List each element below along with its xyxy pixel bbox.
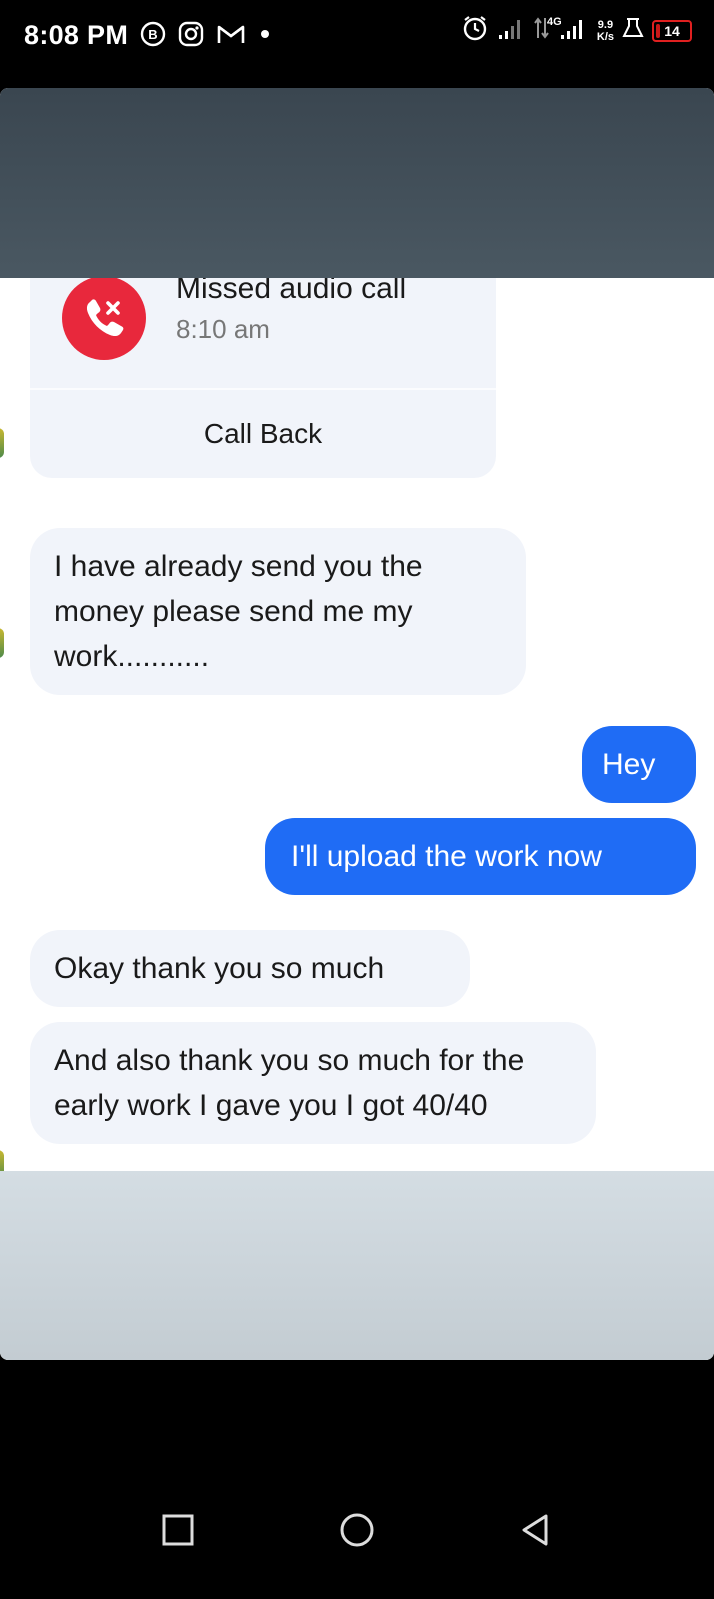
back-icon[interactable] [516,1510,556,1550]
sender-avatar[interactable] [0,428,4,458]
signal-bars-icon [497,14,525,47]
missed-call-time: 8:10 am [176,314,270,344]
messenger-b-icon: B [140,21,166,52]
chat-area[interactable]: Missed audio call 8:10 am Call Back I ha… [0,278,714,1171]
home-icon[interactable] [337,1510,377,1550]
battery-fill [656,23,660,38]
battery-indicator: 14 [652,19,692,42]
outgoing-message[interactable]: I'll upload the work now [265,818,696,895]
signal-4g-icon [559,14,589,47]
outgoing-message[interactable]: Hey [582,726,696,803]
missed-call-title: Missed audio call [176,278,407,305]
instagram-icon [178,21,204,52]
sender-avatar[interactable] [0,628,4,658]
dot-icon [258,27,272,46]
gmail-icon [216,22,246,51]
incoming-message[interactable]: Okay thank you so much [30,930,470,1007]
top-overlay [0,88,714,278]
alarm-icon [461,14,489,47]
network-generation-label: 4G [547,16,562,28]
missed-call-icon [62,278,146,360]
missed-call-card: Missed audio call 8:10 am Call Back [30,278,496,478]
nfc-icon [622,16,644,45]
network-speed: 9.9 K/s [597,19,614,43]
svg-text:B: B [148,27,157,42]
incoming-message[interactable]: I have already send you the money please… [30,528,526,695]
incoming-message[interactable]: And also thank you so much for the early… [30,1022,596,1144]
status-right-icons: 9.9 K/s 14 [461,14,692,47]
status-bar: 8:08 PM B 9.9 K/s 14 4G [0,0,714,80]
screenshot-frame: Missed audio call 8:10 am Call Back I ha… [0,88,714,1360]
battery-level: 14 [664,22,680,39]
network-speed-value: 9.9 [597,18,614,31]
call-back-button[interactable]: Call Back [30,390,496,478]
status-time: 8:08 PM [24,20,129,50]
navigation-bar [0,1360,714,1599]
network-speed-unit: K/s [596,30,614,43]
recent-apps-icon[interactable] [158,1510,198,1550]
notification-icons: B [140,21,272,52]
sender-avatar[interactable] [0,1150,4,1171]
bottom-overlay [0,1171,714,1360]
